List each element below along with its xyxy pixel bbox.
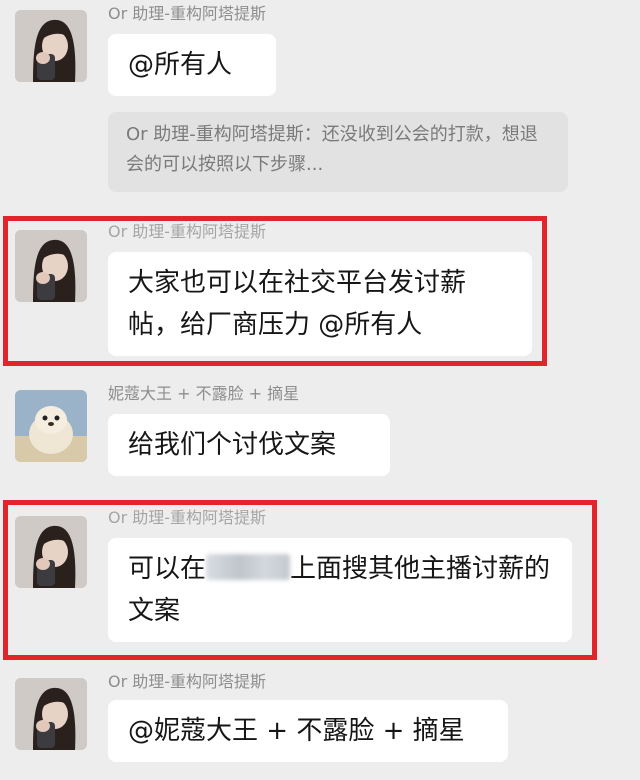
- girl-selfie-avatar-icon: [15, 678, 87, 750]
- redacted-area: [206, 554, 291, 580]
- message-bubble[interactable]: @妮蔻大王 + 不露脸 + 摘星: [108, 700, 508, 762]
- seal-plush-avatar-icon: [15, 390, 87, 462]
- message-bubble[interactable]: 可以在 上面搜其他主播讨薪的文案: [108, 538, 572, 642]
- message-bubble[interactable]: @所有人: [108, 34, 276, 96]
- message-bubble[interactable]: 给我们个讨伐文案: [108, 414, 390, 476]
- girl-selfie-avatar-icon: [15, 230, 87, 302]
- sender-avatar[interactable]: [15, 516, 87, 588]
- sender-avatar[interactable]: [15, 10, 87, 82]
- sender-name: 妮蔻大王 + 不露脸 + 摘星: [108, 384, 300, 403]
- sender-avatar[interactable]: [15, 230, 87, 302]
- sender-avatar[interactable]: [15, 678, 87, 750]
- sender-name: Or 助理-重构阿塔提斯: [108, 508, 267, 527]
- sender-avatar[interactable]: [15, 390, 87, 462]
- sender-name: Or 助理-重构阿塔提斯: [108, 4, 267, 23]
- girl-selfie-avatar-icon: [15, 10, 87, 82]
- message-bubble[interactable]: 大家也可以在社交平台发讨薪帖，给厂商压力 @所有人: [108, 252, 532, 356]
- message-text-before: 可以在: [128, 554, 207, 584]
- sender-name: Or 助理-重构阿塔提斯: [108, 222, 267, 241]
- quoted-message[interactable]: Or 助理-重构阿塔提斯：还没收到公会的打款，想退会的可以按照以下步骤...: [108, 112, 568, 192]
- girl-selfie-avatar-icon: [15, 516, 87, 588]
- sender-name: Or 助理-重构阿塔提斯: [108, 672, 267, 691]
